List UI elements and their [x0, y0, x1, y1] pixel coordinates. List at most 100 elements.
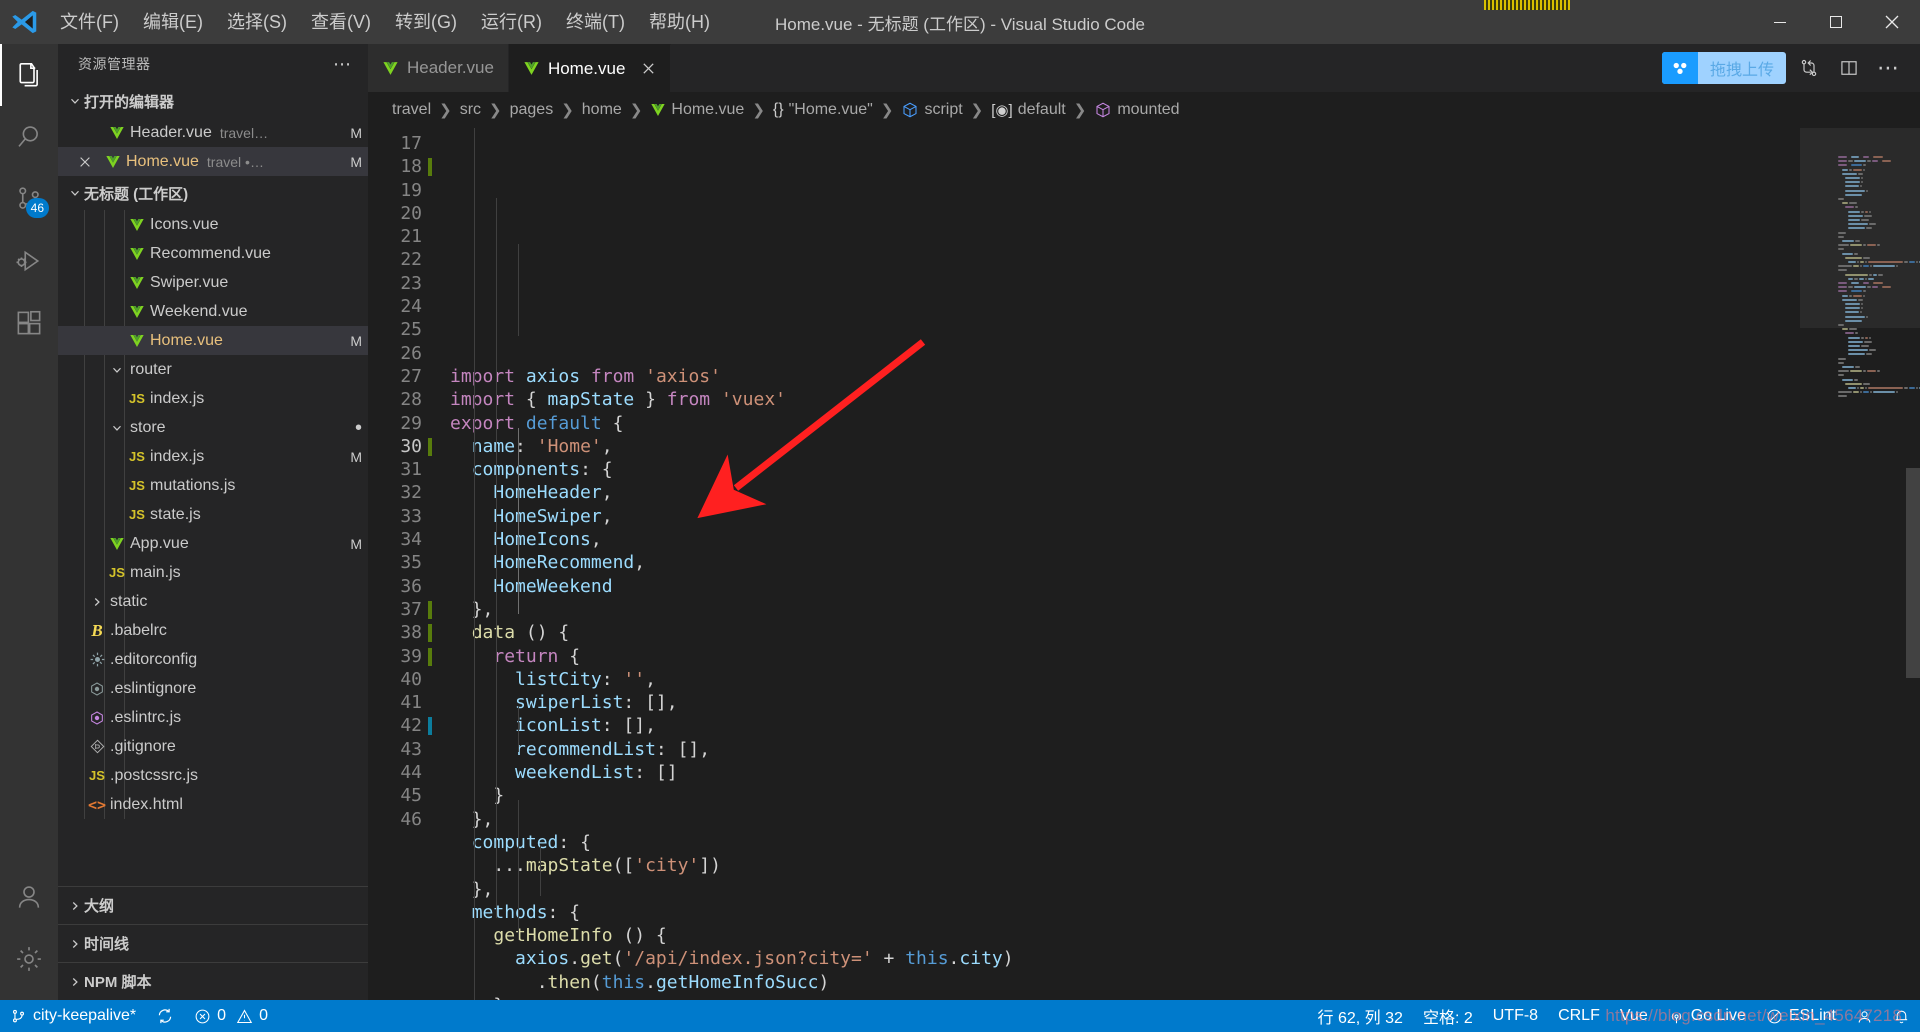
breadcrumb-default[interactable]: [◉] default — [991, 101, 1065, 119]
code-line[interactable]: listCity: '', — [450, 668, 1800, 691]
drag-upload-button[interactable]: 拖拽上传 — [1661, 52, 1786, 84]
activity-manage-gear[interactable] — [0, 928, 58, 990]
tree-item--eslintignore[interactable]: .eslintignore — [58, 674, 368, 703]
tree-item--eslintrc-js[interactable]: .eslintrc.js — [58, 703, 368, 732]
code-line[interactable]: } — [450, 784, 1800, 807]
menu-file[interactable]: 文件(F) — [48, 0, 131, 44]
split-editor-icon[interactable] — [1832, 51, 1866, 85]
status-language-mode[interactable]: Vue — [1610, 1000, 1658, 1032]
activity-run-debug[interactable] — [0, 230, 58, 292]
code-line[interactable]: HomeHeader, — [450, 481, 1800, 504]
editor-scrollbar[interactable] — [1906, 128, 1920, 1000]
status-notifications[interactable] — [1883, 1000, 1920, 1032]
tree-item-static[interactable]: static — [58, 587, 368, 616]
status-eol[interactable]: CRLF — [1548, 1000, 1610, 1032]
menu-view[interactable]: 查看(V) — [299, 0, 383, 44]
section-outline[interactable]: 大纲 — [58, 886, 368, 924]
activity-accounts[interactable] — [0, 866, 58, 928]
code-line[interactable]: swiperList: [], — [450, 691, 1800, 714]
code-line[interactable]: computed: { — [450, 831, 1800, 854]
menu-help[interactable]: 帮助(H) — [637, 0, 722, 44]
status-cursor-position[interactable]: 行 62, 列 32 — [1308, 1000, 1413, 1032]
code-line[interactable]: import axios from 'axios' — [450, 365, 1800, 388]
status-branch[interactable]: city-keepalive* — [0, 1000, 146, 1032]
section-npm-scripts[interactable]: NPM 脚本 — [58, 962, 368, 1000]
code-line[interactable]: getHomeInfo () { — [450, 924, 1800, 947]
ellipsis-icon[interactable]: ⋯ — [1872, 51, 1906, 85]
tree-item-swiper-vue[interactable]: Swiper.vue — [58, 268, 368, 297]
tree-item-home-vue[interactable]: Home.vue M — [58, 326, 368, 355]
activity-search[interactable] — [0, 106, 58, 168]
tree-item-icons-vue[interactable]: Icons.vue — [58, 210, 368, 239]
code-line[interactable]: data () { — [450, 621, 1800, 644]
tree-item-main-js[interactable]: JS main.js — [58, 558, 368, 587]
code-line[interactable]: return { — [450, 645, 1800, 668]
code-line[interactable]: ...mapState(['city']) — [450, 854, 1800, 877]
section-workspace[interactable]: 无标题 (工作区) — [58, 176, 368, 210]
tree-item--editorconfig[interactable]: .editorconfig — [58, 645, 368, 674]
breadcrumb-src[interactable]: src — [460, 101, 481, 119]
tree-item-index-html[interactable]: <> index.html — [58, 790, 368, 819]
section-open-editors[interactable]: 打开的编辑器 — [58, 84, 368, 118]
tree-item-index-js[interactable]: JS index.js M — [58, 442, 368, 471]
tree-item-router[interactable]: router — [58, 355, 368, 384]
open-editor-header-vue[interactable]: Header.vue travel… M — [58, 118, 368, 147]
tab-home-vue[interactable]: Home.vue — [508, 44, 672, 92]
code-content[interactable]: import axios from 'axios' import { mapSta… — [436, 128, 1800, 1000]
tree-item-app-vue[interactable]: App.vue M — [58, 529, 368, 558]
menu-run[interactable]: 运行(R) — [469, 0, 554, 44]
close-icon[interactable] — [78, 155, 102, 169]
code-line[interactable]: recommendList: [], — [450, 738, 1800, 761]
code-line[interactable]: }, — [450, 808, 1800, 831]
status-indentation[interactable]: 空格: 2 — [1413, 1000, 1483, 1032]
code-editor[interactable]: 17 18 19 20 21 22 23 24 25 26 27 28 29 30 31 32 33 34 35 36… — [368, 128, 1920, 1000]
minimap[interactable] — [1800, 128, 1920, 1000]
code-line[interactable]: .then(this.getHomeInfoSucc) — [450, 971, 1800, 994]
minimize-button[interactable] — [1752, 0, 1808, 44]
code-line[interactable]: HomeRecommend, — [450, 551, 1800, 574]
tree-item-recommend-vue[interactable]: Recommend.vue — [58, 239, 368, 268]
tree-item--gitignore[interactable]: .gitignore — [58, 732, 368, 761]
menu-select[interactable]: 选择(S) — [215, 0, 299, 44]
code-line[interactable]: iconList: [], — [450, 714, 1800, 737]
tab-header-vue[interactable]: Header.vue — [368, 44, 509, 92]
status-encoding[interactable]: UTF-8 — [1483, 1000, 1548, 1032]
activity-explorer[interactable] — [0, 44, 58, 106]
status-problems[interactable]: 0 0 — [184, 1000, 278, 1032]
tree-item-mutations-js[interactable]: JS mutations.js — [58, 471, 368, 500]
menu-edit[interactable]: 编辑(E) — [131, 0, 215, 44]
code-line[interactable]: name: 'Home', — [450, 435, 1800, 458]
activity-source-control[interactable]: 46 — [0, 168, 58, 230]
close-button[interactable] — [1864, 0, 1920, 44]
breadcrumb-home-vue-symbol[interactable]: {} "Home.vue" — [773, 101, 873, 119]
code-line[interactable]: }, — [450, 878, 1800, 901]
compare-changes-icon[interactable] — [1792, 51, 1826, 85]
status-go-live[interactable]: Go Live — [1658, 1000, 1756, 1032]
code-line[interactable]: methods: { — [450, 901, 1800, 924]
code-line[interactable]: export default { — [450, 412, 1800, 435]
menu-terminal[interactable]: 终端(T) — [554, 0, 637, 44]
code-line[interactable]: HomeSwiper, — [450, 505, 1800, 528]
breadcrumb-home-vue[interactable]: Home.vue — [650, 101, 744, 119]
menu-go[interactable]: 转到(G) — [383, 0, 469, 44]
tree-item--postcssrc-js[interactable]: JS .postcssrc.js — [58, 761, 368, 790]
tree-item-state-js[interactable]: JS state.js — [58, 500, 368, 529]
activity-extensions[interactable] — [0, 292, 58, 354]
ellipsis-icon[interactable]: ⋯ — [325, 54, 360, 75]
open-editor-home-vue[interactable]: Home.vue travel •… M — [58, 147, 368, 176]
status-feedback[interactable] — [1846, 1000, 1883, 1032]
status-sync[interactable] — [146, 1000, 184, 1032]
status-eslint[interactable]: ESLint — [1756, 1000, 1846, 1032]
menu-bar[interactable]: 文件(F) 编辑(E) 选择(S) 查看(V) 转到(G) 运行(R) 终端(T… — [48, 0, 722, 44]
maximize-button[interactable] — [1808, 0, 1864, 44]
breadcrumb-pages[interactable]: pages — [510, 101, 554, 119]
breadcrumb-script[interactable]: script — [901, 101, 963, 119]
scrollbar-thumb[interactable] — [1906, 468, 1920, 678]
code-line[interactable]: axios.get('/api/index.json?city=' + this… — [450, 947, 1800, 970]
code-line[interactable]: import { mapState } from 'vuex' — [450, 388, 1800, 411]
close-icon[interactable] — [641, 61, 656, 76]
code-line[interactable]: weekendList: [] — [450, 761, 1800, 784]
window-controls[interactable] — [1752, 0, 1920, 44]
section-timeline[interactable]: 时间线 — [58, 924, 368, 962]
code-line[interactable]: components: { — [450, 458, 1800, 481]
